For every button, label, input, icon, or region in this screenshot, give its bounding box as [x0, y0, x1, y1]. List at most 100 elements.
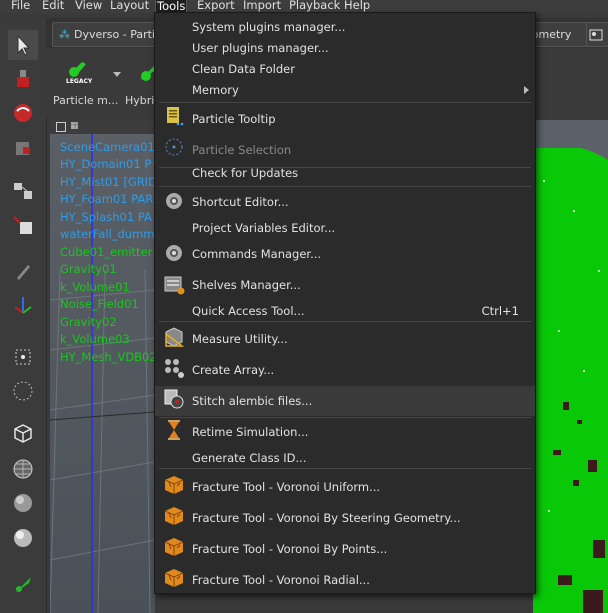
hourglass-icon — [168, 420, 180, 440]
shortcut-gear-icon — [166, 193, 182, 209]
menu-view[interactable]: View — [74, 0, 103, 13]
menu-edit[interactable]: Edit — [41, 0, 65, 13]
fracture-cube-icon — [164, 476, 184, 494]
shelf-dropdown-arrow[interactable] — [113, 72, 121, 77]
scale-tool-button[interactable] — [8, 132, 38, 162]
select-tool-button[interactable] — [8, 30, 38, 60]
menu-item-particle-selection[interactable]: Particle Selection — [155, 135, 535, 165]
green-rocket-icon — [15, 577, 31, 593]
outliner-item[interactable]: HY_Foam01 PAR — [60, 192, 153, 206]
outliner-item[interactable]: k_Volume01 — [60, 280, 130, 294]
cursor-arrow-icon — [17, 34, 31, 56]
menu-item-fracture-points[interactable]: Fracture Tool - Voronoi By Points... — [155, 533, 535, 563]
menu-item-fracture-steering[interactable]: Fracture Tool - Voronoi By Steering Geom… — [155, 502, 535, 532]
node-tool-button[interactable] — [8, 176, 38, 206]
axis-tool-button[interactable] — [8, 290, 38, 320]
menu-item-commands-manager[interactable]: Commands Manager... — [155, 241, 535, 269]
axis-icon — [14, 297, 32, 314]
menu-item-create-array[interactable]: Create Array... — [155, 355, 535, 385]
outliner-item[interactable]: HY_Splash01 PA — [60, 210, 152, 224]
rotate-tool-button[interactable] — [8, 98, 38, 128]
menu-item-check-updates[interactable]: Check for Updates — [155, 163, 535, 183]
outliner-item[interactable]: k_Volume03 — [60, 332, 130, 346]
outliner-item[interactable]: Cube01_emitter — [60, 245, 152, 259]
menu-separator — [159, 321, 531, 322]
menu-item-quick-access[interactable]: Quick Access Tool... Ctrl+1 — [155, 301, 535, 321]
shaded-sphere-icon — [14, 494, 32, 512]
shortcut-ctrl-1: Ctrl+1 — [481, 304, 519, 318]
tab-extra[interactable] — [586, 22, 608, 47]
menu-item-memory[interactable]: Memory — [155, 80, 535, 100]
cube-outline-icon — [14, 424, 32, 443]
menu-item-shortcut-editor[interactable]: Shortcut Editor... — [155, 189, 535, 217]
alembic-icon — [164, 389, 184, 409]
tooltip-icon — [167, 107, 184, 126]
menu-item-clean-data[interactable]: Clean Data Folder — [155, 59, 535, 79]
fracture-cube-icon — [164, 569, 184, 587]
measure-icon — [165, 327, 185, 347]
nodes-icon — [14, 183, 32, 199]
menu-item-system-plugins[interactable]: System plugins manager... — [155, 17, 535, 37]
menu-item-generate-class-id[interactable]: Generate Class ID... — [155, 448, 535, 468]
simulation-render — [533, 120, 608, 613]
menu-separator — [159, 468, 531, 469]
link-cube-icon — [13, 216, 32, 234]
commands-gear-icon — [166, 245, 182, 261]
wire-sphere-icon — [13, 459, 33, 479]
pencil-icon — [17, 265, 30, 280]
menu-item-particle-tooltip[interactable]: Particle Tooltip — [155, 104, 535, 134]
shelves-icon — [164, 276, 185, 295]
menu-item-user-plugins[interactable]: User plugins manager... — [155, 38, 535, 58]
viewport-header: ▦ — [50, 120, 155, 134]
tools-menu: System plugins manager... User plugins m… — [154, 12, 536, 594]
red-cube-icon — [17, 70, 29, 87]
outliner-item[interactable]: SceneCamera01 — [60, 140, 155, 154]
sphere-smooth-button[interactable] — [8, 523, 38, 553]
menu-item-fracture-radial[interactable]: Fracture Tool - Voronoi Radial... — [155, 564, 535, 594]
move-tool-button[interactable] — [8, 64, 38, 94]
sphere-wire-button[interactable] — [8, 454, 38, 484]
dotted-cube-tool-button[interactable] — [8, 342, 38, 372]
outliner-item[interactable]: HY_Mesh_VDB02 — [60, 350, 157, 364]
outliner-item[interactable]: HY_Mist01 [GRID — [60, 175, 157, 189]
menu-separator — [159, 102, 531, 103]
brush-tool-button[interactable] — [8, 256, 38, 286]
outliner-item[interactable]: HY_Domain01 P — [60, 157, 151, 171]
outliner-item[interactable]: Gravity01 — [60, 262, 117, 276]
menu-layout[interactable]: Layout — [109, 0, 150, 13]
viewport-grid-icon[interactable]: ▦ — [70, 121, 79, 131]
menu-item-shelves-manager[interactable]: Shelves Manager... — [155, 271, 535, 301]
menu-item-fracture-uniform[interactable]: Fracture Tool - Voronoi Uniform... — [155, 471, 535, 501]
menu-file[interactable]: File — [10, 0, 31, 13]
menu-item-project-variables[interactable]: Project Variables Editor... — [155, 218, 535, 238]
dotted-sphere-icon — [13, 381, 33, 401]
sphere-shaded-button[interactable] — [8, 488, 38, 518]
menu-item-retime-simulation[interactable]: Retime Simulation... — [155, 418, 535, 446]
red-sphere-icon — [14, 104, 32, 122]
outliner-item[interactable]: waterFall_dumm — [60, 227, 155, 241]
tab-dyverso-label: Dyverso - Parti — [74, 28, 155, 41]
menu-separator — [159, 186, 531, 187]
outliner-item[interactable]: Gravity02 — [60, 315, 117, 329]
submenu-arrow-icon — [524, 86, 529, 94]
legacy-badge: LEGACY — [66, 78, 93, 85]
scale-cube-icon — [16, 142, 30, 155]
dotted-sphere-tool-button[interactable] — [8, 376, 38, 406]
dyverso-icon: ⁂ — [59, 28, 70, 41]
fracture-cube-icon — [164, 507, 184, 525]
dotted-cube-icon — [15, 349, 31, 365]
tab-extra-icon — [589, 29, 603, 41]
outliner-item[interactable]: Noise_Field01 — [60, 297, 139, 311]
menu-item-measure-utility[interactable]: Measure Utility... — [155, 324, 535, 354]
shelf-label-particle: Particle m... — [53, 94, 119, 107]
tab-dyverso[interactable]: ⁂ Dyverso - Parti — [52, 22, 162, 47]
menu-item-stitch-alembic[interactable]: Stitch alembic files... — [155, 386, 535, 416]
viewport-simulation[interactable] — [533, 120, 608, 613]
cube-primitive-button[interactable] — [8, 418, 38, 448]
left-toolbar — [0, 18, 47, 613]
viewport-layout-icon[interactable] — [56, 122, 66, 132]
link-tool-button[interactable] — [8, 210, 38, 240]
smooth-sphere-icon — [14, 529, 32, 547]
particle-emitter-button[interactable] — [8, 570, 38, 600]
particle-selection-icon — [165, 138, 183, 156]
